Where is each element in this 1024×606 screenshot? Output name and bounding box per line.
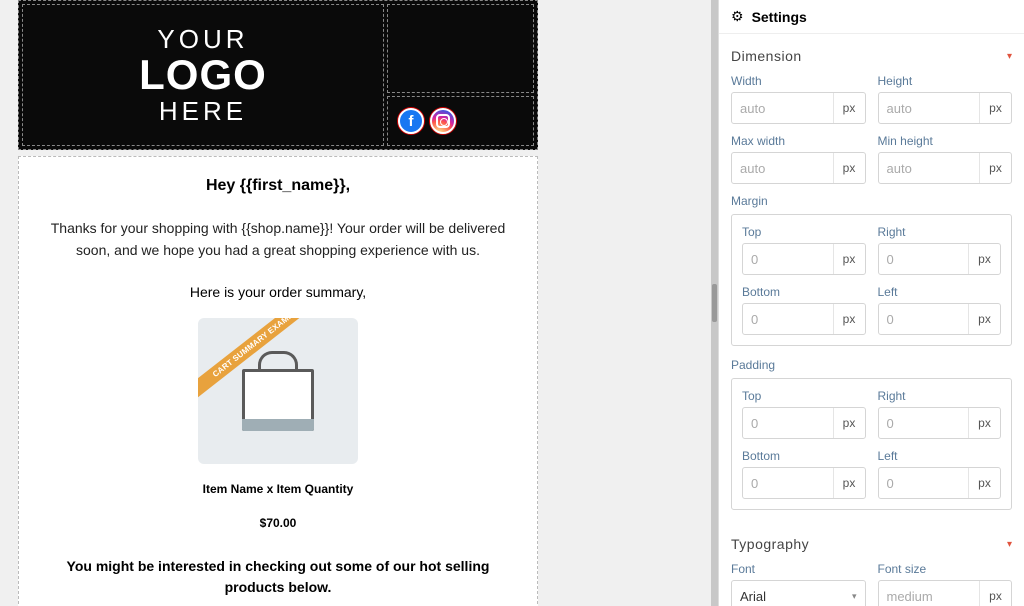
padding-top-input[interactable]	[743, 408, 833, 438]
gear-icon: ⚙	[731, 8, 744, 25]
max-width-input[interactable]	[732, 153, 833, 183]
max-width-field: Max width px	[731, 134, 866, 184]
margin-right-input[interactable]	[879, 244, 969, 274]
empty-header-cell[interactable]	[387, 4, 534, 93]
email-body-block[interactable]: Hey {{first_name}}, Thanks for your shop…	[18, 156, 538, 606]
width-label: Width	[731, 74, 866, 88]
max-width-label: Max width	[731, 134, 866, 148]
margin-bottom-unit[interactable]: px	[833, 304, 865, 334]
cart-summary-placeholder[interactable]: CART SUMMARY EXAMPLE	[198, 318, 358, 464]
margin-bottom-label: Bottom	[742, 285, 866, 299]
padding-label: Padding	[731, 358, 1012, 372]
height-input[interactable]	[879, 93, 980, 123]
margin-group: Margin Top px Right px Bottom	[719, 194, 1024, 358]
height-label: Height	[878, 74, 1013, 88]
shopping-bag-icon	[242, 351, 314, 431]
min-height-field: Min height px	[878, 134, 1013, 184]
settings-panel-header: ⚙ Settings	[719, 0, 1024, 34]
settings-title: Settings	[752, 9, 807, 25]
margin-bottom-input[interactable]	[743, 304, 833, 334]
max-width-unit[interactable]: px	[833, 153, 865, 183]
font-size-unit[interactable]: px	[979, 581, 1011, 606]
dimension-section-title: Dimension	[731, 48, 802, 64]
summary-intro-text[interactable]: Here is your order summary,	[49, 284, 507, 300]
social-icons-cell[interactable]: f	[387, 96, 534, 146]
margin-right-unit[interactable]: px	[968, 244, 1000, 274]
font-size-label: Font size	[878, 562, 1013, 576]
thank-you-text[interactable]: Thanks for your shopping with {{shop.nam…	[49, 217, 507, 262]
logo-line1: YOUR	[139, 26, 267, 52]
padding-group: Padding Top px Right px Bottom	[719, 358, 1024, 522]
typography-fields: Font Arial ▾ Font size px	[719, 562, 1024, 606]
font-size-field: Font size px	[878, 562, 1013, 606]
padding-bottom-label: Bottom	[742, 449, 866, 463]
panel-resize-handle[interactable]	[711, 0, 718, 606]
font-field: Font Arial ▾	[731, 562, 866, 606]
font-select-value: Arial	[740, 589, 766, 604]
facebook-icon[interactable]: f	[398, 108, 424, 134]
margin-top-unit[interactable]: px	[833, 244, 865, 274]
logo-line3: HERE	[139, 98, 267, 124]
min-height-unit[interactable]: px	[979, 153, 1011, 183]
margin-top-label: Top	[742, 225, 866, 239]
padding-right-input[interactable]	[879, 408, 969, 438]
email-wrapper: YOUR LOGO HERE f Hey {{first_name}}, Tha…	[18, 0, 538, 606]
padding-left-label: Left	[878, 449, 1002, 463]
padding-bottom-input[interactable]	[743, 468, 833, 498]
font-label: Font	[731, 562, 866, 576]
chevron-down-icon: ▾	[1007, 51, 1012, 62]
padding-top-unit[interactable]: px	[833, 408, 865, 438]
margin-label: Margin	[731, 194, 1012, 208]
settings-panel: ⚙ Settings Dimension ▾ Width px Height p…	[718, 0, 1024, 606]
margin-left-label: Left	[878, 285, 1002, 299]
email-canvas[interactable]: YOUR LOGO HERE f Hey {{first_name}}, Tha…	[0, 0, 711, 606]
typography-section-header[interactable]: Typography ▾	[719, 522, 1024, 562]
margin-right-label: Right	[878, 225, 1002, 239]
margin-left-input[interactable]	[879, 304, 969, 334]
min-height-label: Min height	[878, 134, 1013, 148]
width-input[interactable]	[732, 93, 833, 123]
logo-cell[interactable]: YOUR LOGO HERE	[22, 4, 384, 146]
chevron-down-icon: ▾	[852, 591, 857, 602]
greeting-text[interactable]: Hey {{first_name}},	[49, 177, 507, 195]
margin-top-input[interactable]	[743, 244, 833, 274]
header-block[interactable]: YOUR LOGO HERE f	[18, 0, 538, 150]
height-unit[interactable]: px	[979, 93, 1011, 123]
padding-right-label: Right	[878, 389, 1002, 403]
item-name-line[interactable]: Item Name x Item Quantity	[49, 482, 507, 496]
instagram-icon[interactable]	[430, 108, 456, 134]
chevron-down-icon: ▾	[1007, 539, 1012, 550]
margin-left-unit[interactable]: px	[968, 304, 1000, 334]
padding-top-label: Top	[742, 389, 866, 403]
min-height-input[interactable]	[879, 153, 980, 183]
width-unit[interactable]: px	[833, 93, 865, 123]
typography-section-title: Typography	[731, 536, 809, 552]
padding-left-unit[interactable]: px	[968, 468, 1000, 498]
logo-line2: LOGO	[139, 54, 267, 96]
logo-placeholder: YOUR LOGO HERE	[139, 26, 267, 124]
padding-right-unit[interactable]: px	[968, 408, 1000, 438]
padding-bottom-unit[interactable]: px	[833, 468, 865, 498]
font-select[interactable]: Arial ▾	[731, 580, 866, 606]
dimension-section-header[interactable]: Dimension ▾	[719, 34, 1024, 74]
width-field: Width px	[731, 74, 866, 124]
upsell-text[interactable]: You might be interested in checking out …	[49, 556, 507, 598]
dimension-fields: Width px Height px Max width px Min heig…	[719, 74, 1024, 194]
height-field: Height px	[878, 74, 1013, 124]
header-right-column: f	[387, 4, 534, 146]
item-price[interactable]: $70.00	[49, 516, 507, 530]
padding-left-input[interactable]	[879, 468, 969, 498]
font-size-input[interactable]	[879, 581, 980, 606]
